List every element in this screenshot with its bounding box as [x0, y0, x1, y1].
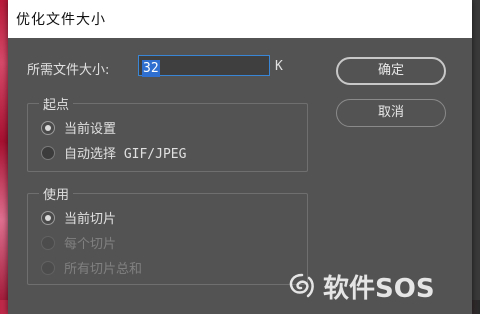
desired-size-value: 32 — [142, 60, 160, 77]
start-group-title: 起点 — [39, 94, 74, 113]
radio-current-settings[interactable] — [41, 121, 55, 135]
optimize-file-size-dialog: 优化文件大小 所需文件大小: 32 K 起点 当前设置 自动选择 GIF/JPE… — [8, 0, 472, 314]
option-each-slice-label: 每个切片 — [64, 237, 117, 252]
ok-button[interactable]: 确定 — [336, 57, 446, 85]
dialog-titlebar[interactable]: 优化文件大小 — [8, 0, 472, 38]
size-unit-label: K — [275, 59, 283, 74]
radio-auto-select-gif-jpeg[interactable] — [41, 146, 55, 160]
option-total-all-slices-label: 所有切片总和 — [64, 262, 143, 277]
option-current-settings-label[interactable]: 当前设置 — [64, 118, 116, 137]
watermark: 软件SOS — [287, 268, 477, 304]
watermark-text: 软件SOS — [323, 274, 435, 304]
dialog-title: 优化文件大小 — [16, 12, 106, 28]
use-group-title: 使用 — [39, 184, 74, 203]
logo-swirl-icon — [289, 273, 314, 298]
radio-each-slice — [41, 236, 55, 250]
radio-total-of-all-slices — [41, 261, 55, 275]
radio-current-slice[interactable] — [41, 211, 55, 225]
cancel-button[interactable]: 取消 — [336, 99, 446, 127]
desired-size-input[interactable]: 32 — [138, 55, 270, 77]
desired-size-label: 所需文件大小: — [27, 63, 110, 78]
option-current-slice-label[interactable]: 当前切片 — [64, 208, 116, 227]
option-auto-select-label[interactable]: 自动选择 GIF/JPEG — [64, 143, 186, 162]
